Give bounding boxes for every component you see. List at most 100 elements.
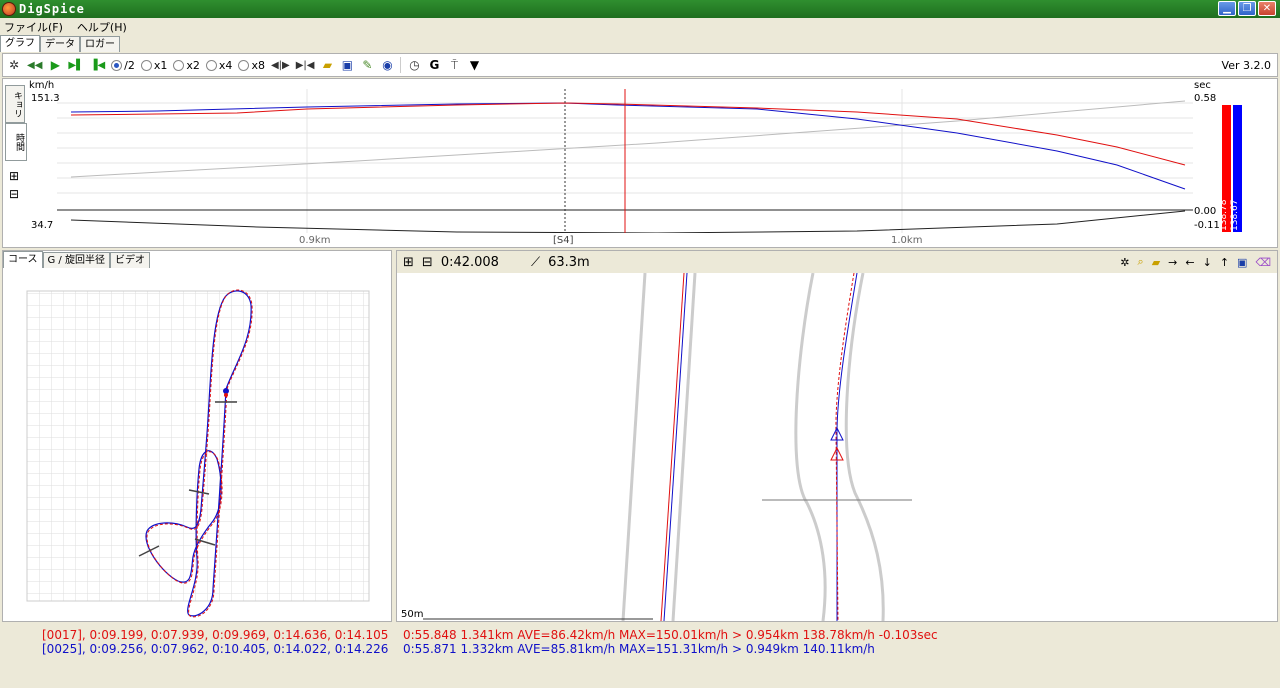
right-axis-min: -0.11 xyxy=(1194,220,1220,231)
zoom-panel: ⊞ ⊟ 0:42.008 ⟋ 63.3m ✲ ⌕ ▰ → ← ↓ ↑ ▣ ⌫ 5… xyxy=(396,250,1278,622)
maximize-button[interactable]: ❐ xyxy=(1238,1,1256,16)
version-label: Ver 3.2.0 xyxy=(1221,59,1271,72)
expand-horizontal-icon[interactable]: ◀|▶ xyxy=(271,56,290,74)
left-axis-max: 151.3 xyxy=(31,93,60,104)
radio-label: /2 xyxy=(124,58,135,72)
arrow-right-icon[interactable]: → xyxy=(1168,256,1177,269)
menu-help[interactable]: ヘルプ(H) xyxy=(77,19,127,35)
car-position-red xyxy=(224,393,228,397)
track-edge-left-2 xyxy=(794,273,827,621)
globe-icon[interactable]: ◉ xyxy=(380,56,394,74)
app-icon xyxy=(2,2,16,16)
lap-summary-red: 0:55.848 1.341km AVE=86.42km/h MAX=150.0… xyxy=(403,628,938,642)
arrow-down-icon[interactable]: ↓ xyxy=(1203,256,1212,269)
window-title: DigSpice xyxy=(19,2,85,16)
blue-bar-label: 138.67 xyxy=(1230,199,1240,232)
tab-logger[interactable]: ロガー xyxy=(80,36,120,52)
open-folder-icon[interactable]: ▰ xyxy=(320,56,334,74)
tab-graph[interactable]: グラフ xyxy=(0,35,40,52)
track-edge-left-1 xyxy=(621,273,647,621)
search-icon[interactable]: ⌕ xyxy=(1138,255,1144,269)
left-axis-min: 34.7 xyxy=(31,220,54,231)
tab-distance[interactable]: キョリ xyxy=(5,85,25,123)
course-grid xyxy=(26,290,370,602)
close-button[interactable]: ✕ xyxy=(1258,1,1276,16)
tab-course[interactable]: コース xyxy=(3,251,43,268)
tab-g-radius[interactable]: G / 旋回半径 xyxy=(42,252,110,268)
speed-radio-half[interactable]: /2 xyxy=(111,56,135,74)
zoom-toolbar-icons: ✲ ⌕ ▰ → ← ↓ ↑ ▣ ⌫ xyxy=(1120,253,1271,271)
minimize-button[interactable]: ▁ xyxy=(1218,1,1236,16)
radio-dot-icon xyxy=(205,59,217,71)
reset-icon[interactable]: ✲ xyxy=(1120,256,1129,269)
right-axis-zero: 0.00 xyxy=(1194,206,1217,217)
main-toolbar: ✲ ◀◀ ▶ ▶▌ ▐◀ /2 x1 x2 x4 x8 ◀|▶ ▶|◀ ▰ ▣ … xyxy=(2,53,1278,77)
course-panel: コース G / 旋回半径 ビデオ xyxy=(2,250,392,622)
zoom-out-icon[interactable]: ⊟ xyxy=(422,255,433,270)
zoom-in-icon[interactable]: ⊞ xyxy=(9,169,19,183)
radio-label: x1 xyxy=(153,58,168,72)
zoom-in-icon[interactable]: ⊞ xyxy=(403,255,414,270)
tools-icon[interactable]: ✎ xyxy=(360,56,374,74)
g-force-button[interactable]: G xyxy=(427,56,441,74)
open-folder-icon[interactable]: ▰ xyxy=(1152,256,1160,269)
left-axis-unit: km/h xyxy=(29,80,55,91)
tab-data[interactable]: データ xyxy=(40,36,80,52)
speed-radio-x4[interactable]: x4 xyxy=(205,56,233,74)
play-button[interactable]: ▶ xyxy=(48,56,62,74)
red-bar-label: 138.78 xyxy=(1219,199,1229,232)
speed-graph[interactable] xyxy=(57,81,1197,233)
radio-label: x2 xyxy=(186,58,200,72)
x-label-0-9km: 0.9km xyxy=(299,235,331,246)
menu-bar: ファイル(F) ヘルプ(H) xyxy=(0,18,1280,35)
save-icon[interactable]: ▣ xyxy=(1237,256,1247,269)
toolbar-separator xyxy=(400,57,402,73)
title-bar: DigSpice ▁ ❐ ✕ xyxy=(0,0,1280,18)
speed-radio-x8[interactable]: x8 xyxy=(238,56,265,74)
racing-line-red-2 xyxy=(835,273,855,621)
radio-dot-icon xyxy=(140,59,152,71)
lap-time-value: 0:42.008 xyxy=(440,254,499,270)
tab-time[interactable]: 時間 xyxy=(5,123,27,161)
course-tabs: コース G / 旋回半径 ビデオ xyxy=(3,251,150,268)
lap-summary-blue: 0:55.871 1.332km AVE=85.81km/h MAX=151.3… xyxy=(403,642,875,656)
eraser-icon[interactable]: ⌫ xyxy=(1255,256,1271,269)
lap-sectors-red: [0017], 0:09.199, 0:07.939, 0:09.969, 0:… xyxy=(42,628,389,642)
marker-icon[interactable]: ⍑ xyxy=(447,56,461,74)
clock-icon[interactable]: ◷ xyxy=(407,56,421,74)
track-edge-right-2 xyxy=(844,273,885,621)
radio-dot-icon xyxy=(173,59,185,71)
x-label-1-0km: 1.0km xyxy=(891,235,923,246)
tab-video[interactable]: ビデオ xyxy=(109,252,150,268)
speed-radio-x1[interactable]: x1 xyxy=(140,56,168,74)
radio-label: x8 xyxy=(251,58,265,72)
zoom-toolbar: ⊞ ⊟ 0:42.008 ⟋ 63.3m ✲ ⌕ ▰ → ← ↓ ↑ ▣ ⌫ xyxy=(397,251,1277,273)
shrink-horizontal-icon[interactable]: ▶|◀ xyxy=(296,56,315,74)
lap-sectors-blue: [0025], 0:09.256, 0:07.962, 0:10.405, 0:… xyxy=(42,642,389,656)
rewind-button[interactable]: ◀◀ xyxy=(27,56,42,74)
measure-icon[interactable]: ⟋ xyxy=(531,255,540,270)
reset-icon[interactable]: ✲ xyxy=(7,56,21,74)
status-area: [0017], 0:09.199, 0:07.939, 0:09.969, 0:… xyxy=(0,624,1280,688)
distance-value: 63.3m xyxy=(548,254,590,270)
save-icon[interactable]: ▣ xyxy=(340,56,354,74)
track-zoom-view[interactable] xyxy=(397,273,1277,621)
arrow-left-icon[interactable]: ← xyxy=(1185,256,1194,269)
course-map[interactable] xyxy=(3,269,389,621)
main-tabs: グラフ データ ロガー xyxy=(0,35,120,52)
scale-label: 50m xyxy=(401,609,424,620)
radio-label: x4 xyxy=(218,58,233,72)
arrow-up-icon[interactable]: ↑ xyxy=(1220,256,1229,269)
dropdown-icon[interactable]: ▼ xyxy=(467,56,481,74)
speed-radio-x2[interactable]: x2 xyxy=(173,56,200,74)
radio-dot-icon xyxy=(111,59,123,71)
racing-line-red-1 xyxy=(660,273,685,621)
zoom-out-icon[interactable]: ⊟ xyxy=(9,187,19,201)
right-axis-max: 0.58 xyxy=(1194,93,1217,104)
menu-file[interactable]: ファイル(F) xyxy=(4,19,63,35)
step-forward-button[interactable]: ▶▌ xyxy=(68,56,83,74)
graph-panel: キョリ 時間 ⊞ ⊟ km/h 151.3 34.7 sec 0.58 0.00… xyxy=(2,78,1278,248)
speed-line-red xyxy=(70,102,1186,166)
step-back-button[interactable]: ▐◀ xyxy=(90,56,105,74)
radio-dot-icon xyxy=(238,59,250,71)
